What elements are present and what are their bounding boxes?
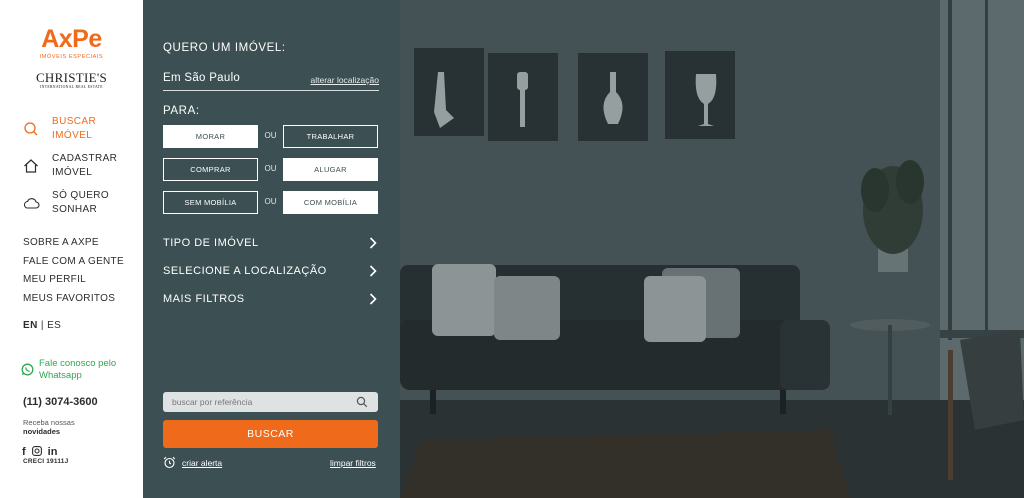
para-heading: PARA: bbox=[163, 105, 200, 117]
whatsapp-icon bbox=[21, 363, 34, 376]
reference-search-input[interactable] bbox=[163, 392, 353, 412]
language-switcher: EN | ES bbox=[23, 320, 61, 331]
comprar-button[interactable]: COMPRAR bbox=[163, 158, 258, 181]
nav-so-quero-sonhar[interactable]: SÓ QUERO SONHAR bbox=[22, 189, 132, 217]
alarm-icon bbox=[163, 456, 176, 469]
search-icon bbox=[22, 120, 40, 138]
or-label: OU bbox=[264, 131, 277, 140]
newsletter-line-2: novidades bbox=[23, 427, 61, 436]
newsletter-line-1: Receba nossas bbox=[23, 418, 75, 427]
sem-mobilia-button[interactable]: SEM MOBÍLIA bbox=[163, 191, 258, 214]
filter-panel: QUERO UM IMÓVEL: Em São Paulo alterar lo… bbox=[143, 0, 400, 498]
link-meu-perfil[interactable]: MEU PERFIL bbox=[23, 273, 124, 292]
phone-number[interactable]: (11) 3074-3600 bbox=[23, 396, 98, 408]
christies-logo[interactable]: CHRISTIE'S bbox=[0, 71, 143, 85]
purpose-toggle: MORAR OU TRABALHAR bbox=[163, 125, 379, 148]
christies-tagline: INTERNATIONAL REAL ESTATE bbox=[40, 85, 103, 89]
expander-label: SELECIONE A LOCALIZAÇÃO bbox=[163, 265, 327, 277]
whatsapp-link[interactable]: Fale conosco pelo Whatsapp bbox=[21, 358, 119, 382]
lang-separator: | bbox=[40, 320, 44, 331]
axpe-tagline: IMÓVEIS ESPECIAIS bbox=[39, 54, 104, 60]
search-icon[interactable] bbox=[356, 396, 368, 408]
or-label: OU bbox=[264, 197, 277, 206]
linkedin-icon[interactable]: in bbox=[48, 446, 58, 458]
nav-label: SÓ QUERO SONHAR bbox=[52, 190, 110, 215]
current-location: Em São Paulo bbox=[163, 72, 241, 84]
mais-filtros-expander[interactable]: MAIS FILTROS bbox=[163, 291, 377, 307]
trabalhar-button[interactable]: TRABALHAR bbox=[283, 125, 378, 148]
creci: CRECI 19111J bbox=[23, 458, 69, 465]
link-meus-favoritos[interactable]: MEUS FAVORITOS bbox=[23, 292, 124, 311]
change-location-link[interactable]: alterar localização bbox=[310, 75, 379, 85]
cloud-icon bbox=[22, 194, 40, 212]
nav-cadastrar-imovel[interactable]: CADASTRAR IMÓVEL bbox=[22, 152, 132, 180]
expander-label: TIPO DE IMÓVEL bbox=[163, 237, 259, 249]
expander-label: MAIS FILTROS bbox=[163, 293, 245, 305]
nav-buscar-imovel[interactable]: BUSCAR IMÓVEL bbox=[22, 115, 132, 143]
deal-toggle: COMPRAR OU ALUGAR bbox=[163, 158, 379, 181]
chevron-right-icon bbox=[369, 265, 377, 277]
create-alert-link[interactable]: criar alerta bbox=[163, 456, 222, 469]
whatsapp-label: Fale conosco pelo Whatsapp bbox=[39, 358, 117, 381]
clear-filters-link[interactable]: limpar filtros bbox=[330, 458, 376, 468]
tipo-imovel-expander[interactable]: TIPO DE IMÓVEL bbox=[163, 235, 377, 251]
chevron-right-icon bbox=[369, 293, 377, 305]
link-sobre[interactable]: SOBRE A AXPE bbox=[23, 236, 124, 255]
or-label: OU bbox=[264, 164, 277, 173]
panel-heading: QUERO UM IMÓVEL: bbox=[163, 42, 286, 54]
furniture-toggle: SEM MOBÍLIA OU COM MOBÍLIA bbox=[163, 191, 379, 214]
localizacao-expander[interactable]: SELECIONE A LOCALIZAÇÃO bbox=[163, 263, 377, 279]
alugar-button[interactable]: ALUGAR bbox=[283, 158, 378, 181]
nav-label: BUSCAR IMÓVEL bbox=[52, 116, 97, 141]
axpe-logo[interactable]: AxPe bbox=[0, 26, 143, 52]
com-mobilia-button[interactable]: COM MOBÍLIA bbox=[283, 191, 378, 214]
nav-label: CADASTRAR IMÓVEL bbox=[52, 153, 118, 178]
newsletter[interactable]: Receba nossas novidades bbox=[23, 418, 75, 436]
house-icon bbox=[22, 157, 40, 175]
sidebar-links: SOBRE A AXPE FALE COM A GENTE MEU PERFIL… bbox=[23, 236, 124, 311]
sidebar: AxPe IMÓVEIS ESPECIAIS CHRISTIE'S INTERN… bbox=[0, 0, 143, 498]
location-row: Em São Paulo alterar localização bbox=[163, 71, 379, 91]
facebook-icon[interactable]: f bbox=[22, 446, 26, 458]
lang-es[interactable]: ES bbox=[47, 320, 61, 331]
lang-en[interactable]: EN bbox=[23, 320, 38, 331]
hero-image bbox=[400, 0, 1024, 498]
morar-button[interactable]: MORAR bbox=[163, 125, 258, 148]
buscar-button[interactable]: BUSCAR bbox=[163, 420, 378, 448]
chevron-right-icon bbox=[369, 237, 377, 249]
create-alert-label: criar alerta bbox=[182, 457, 223, 468]
reference-search bbox=[163, 392, 378, 412]
link-fale-conosco[interactable]: FALE COM A GENTE bbox=[23, 255, 124, 274]
